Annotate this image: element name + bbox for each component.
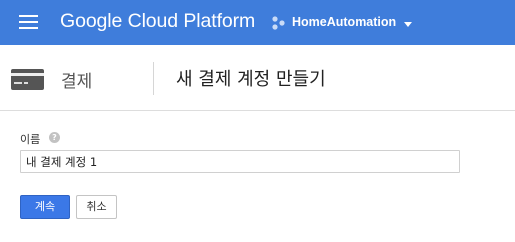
- account-name-input[interactable]: [20, 150, 460, 173]
- section-title[interactable]: 결제: [61, 67, 92, 92]
- top-app-bar: Google Cloud Platform HomeAutomation: [0, 0, 515, 45]
- project-icon: [272, 16, 285, 30]
- brand-title[interactable]: Google Cloud Platform: [60, 10, 255, 33]
- cancel-button[interactable]: 취소: [76, 195, 117, 219]
- header-divider: [153, 62, 154, 95]
- credit-card-icon: [11, 69, 44, 90]
- menu-icon[interactable]: [19, 15, 38, 30]
- name-field-label: 이름: [20, 133, 41, 146]
- help-icon[interactable]: ?: [49, 132, 60, 143]
- chevron-down-icon: [404, 22, 412, 27]
- page-title: 새 결제 계정 만들기: [176, 69, 326, 90]
- project-name: HomeAutomation: [292, 15, 397, 29]
- continue-button[interactable]: 계속: [20, 195, 70, 219]
- page-header: 결제 새 결제 계정 만들기: [0, 45, 515, 111]
